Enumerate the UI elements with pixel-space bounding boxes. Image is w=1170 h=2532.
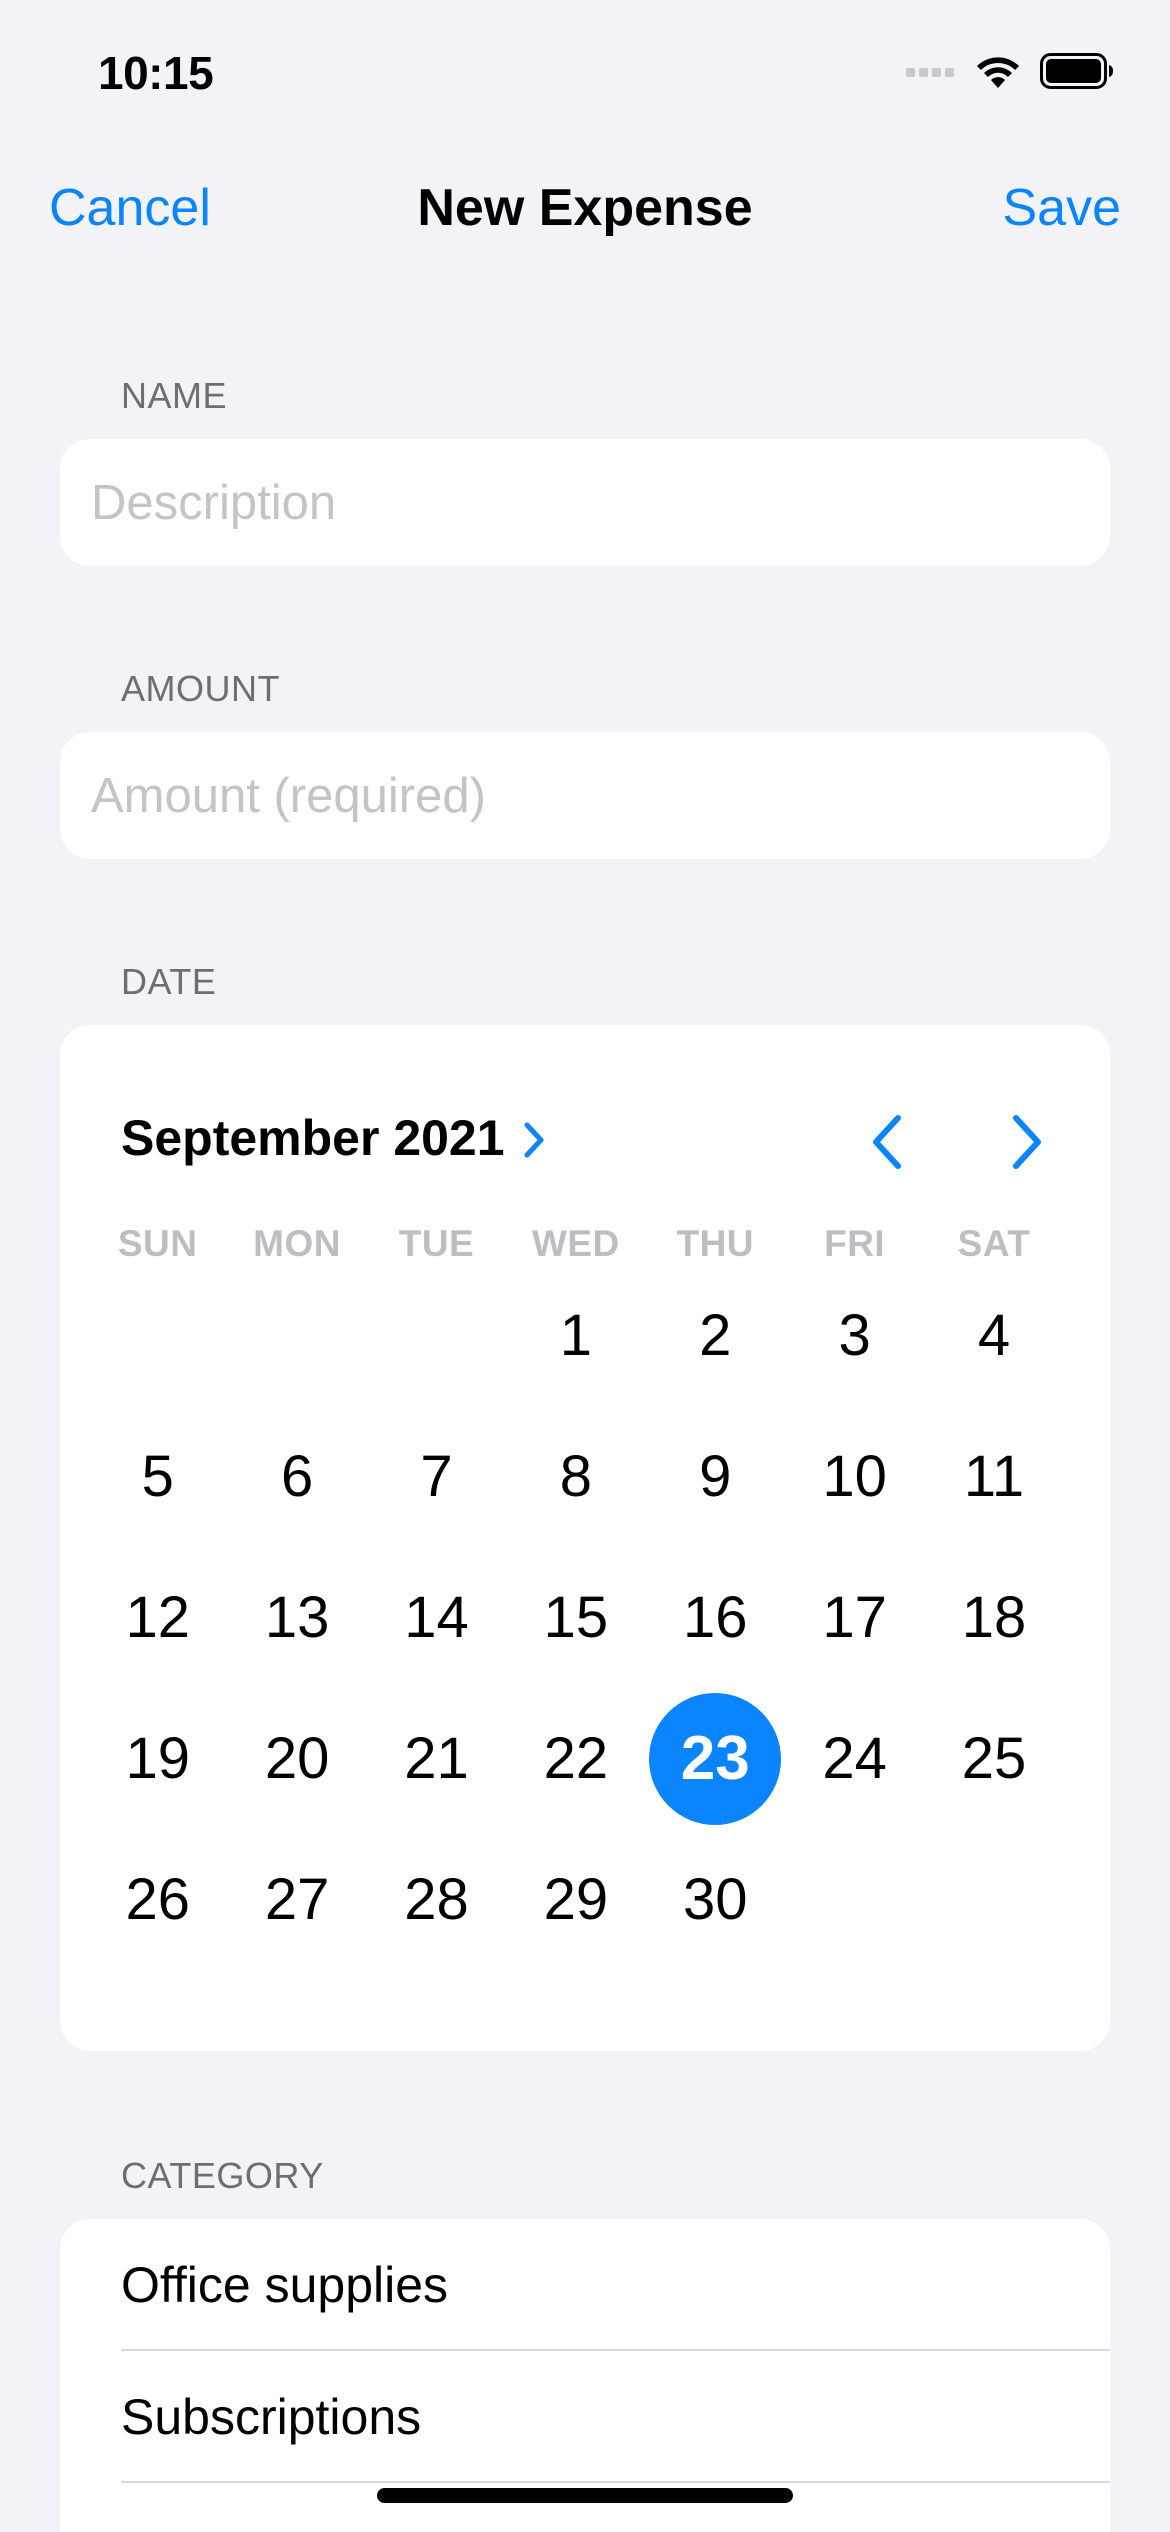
- status-time: 10:15: [98, 47, 214, 99]
- chevron-right-small-icon: [524, 1122, 544, 1158]
- status-icons: [906, 52, 1114, 90]
- weekday-label: THU: [676, 1223, 755, 1264]
- calendar-day[interactable]: 14: [367, 1547, 506, 1688]
- calendar-day[interactable]: 20: [227, 1688, 366, 1829]
- description-input[interactable]: [60, 439, 1110, 566]
- category-section-header: CATEGORY: [121, 2155, 324, 2196]
- weekday-label: TUE: [398, 1223, 475, 1264]
- calendar-day[interactable]: 9: [646, 1406, 785, 1547]
- calendar-day[interactable]: 16: [646, 1547, 785, 1688]
- previous-month-button[interactable]: [857, 1107, 917, 1177]
- calendar-day[interactable]: 15: [506, 1547, 645, 1688]
- calendar-day[interactable]: 27: [227, 1829, 366, 1970]
- weekday-label: FRI: [824, 1223, 886, 1264]
- calendar-day[interactable]: 17: [785, 1547, 924, 1688]
- calendar-day-selected[interactable]: 23: [646, 1688, 785, 1829]
- calendar-day[interactable]: 30: [646, 1829, 785, 1970]
- weekday-label: MON: [253, 1223, 341, 1264]
- next-month-button[interactable]: [997, 1107, 1057, 1177]
- calendar-day[interactable]: 19: [88, 1688, 227, 1829]
- battery-icon: [1040, 53, 1113, 89]
- month-year-selector[interactable]: September 2021: [121, 1109, 545, 1167]
- calendar-day[interactable]: 10: [785, 1406, 924, 1547]
- list-item[interactable]: Office supplies: [60, 2219, 1110, 2351]
- save-button[interactable]: Save: [1002, 178, 1121, 238]
- home-indicator: [377, 2488, 793, 2503]
- calendar-day[interactable]: 13: [227, 1547, 366, 1688]
- category-list: Office supplies Subscriptions: [60, 2219, 1110, 2532]
- calendar-day[interactable]: 5: [88, 1406, 227, 1547]
- weekday-header-row: SUN MON TUE WED THU FRI SAT: [88, 1223, 1064, 1265]
- weekday-label: SAT: [957, 1223, 1031, 1264]
- list-item-label: Office supplies: [121, 2257, 449, 2313]
- calendar-day[interactable]: 21: [367, 1688, 506, 1829]
- weekday-label: WED: [531, 1223, 620, 1264]
- new-expense-screen: 10:15 Cancel New Expense Save NAME AMOUN…: [0, 0, 1170, 2532]
- calendar-day[interactable]: 1: [506, 1265, 645, 1406]
- calendar-day[interactable]: 4: [924, 1265, 1063, 1406]
- wifi-icon: [977, 57, 1019, 88]
- calendar-day[interactable]: 22: [506, 1688, 645, 1829]
- calendar-day[interactable]: 24: [785, 1688, 924, 1829]
- calendar-day[interactable]: 2: [646, 1265, 785, 1406]
- chevron-left-icon: [873, 1115, 901, 1169]
- name-card: [60, 439, 1110, 566]
- calendar-day[interactable]: 26: [88, 1829, 227, 1970]
- weekday-label: SUN: [117, 1223, 198, 1264]
- amount-card: [60, 732, 1110, 859]
- calendar-day[interactable]: 7: [367, 1406, 506, 1547]
- date-section-header: DATE: [121, 961, 217, 1002]
- date-picker-card: September 2021 SUN MON TUE WED THU FRI S…: [60, 1025, 1110, 2051]
- calendar-day[interactable]: 18: [924, 1547, 1063, 1688]
- calendar-days-grid: 1 2 3 4 5 6 7 8 9 10 11 12 13 14 15 16 1…: [88, 1265, 1064, 1970]
- list-item[interactable]: Subscriptions: [60, 2351, 1110, 2483]
- calendar-day[interactable]: 3: [785, 1265, 924, 1406]
- name-section-header: NAME: [121, 375, 228, 416]
- amount-input[interactable]: [60, 732, 1110, 859]
- amount-section-header: AMOUNT: [121, 668, 280, 709]
- calendar-day[interactable]: 12: [88, 1547, 227, 1688]
- calendar-day[interactable]: 11: [924, 1406, 1063, 1547]
- calendar-day[interactable]: 28: [367, 1829, 506, 1970]
- calendar-day[interactable]: 29: [506, 1829, 645, 1970]
- page-title: New Expense: [417, 179, 753, 237]
- calendar-day[interactable]: 25: [924, 1688, 1063, 1829]
- list-item-label: Subscriptions: [121, 2389, 422, 2445]
- month-year-label: September 2021: [121, 1110, 505, 1166]
- chevron-right-icon: [1013, 1115, 1041, 1169]
- cellular-signal-icon: [906, 68, 954, 77]
- calendar-day[interactable]: 8: [506, 1406, 645, 1547]
- calendar-day[interactable]: 6: [227, 1406, 366, 1547]
